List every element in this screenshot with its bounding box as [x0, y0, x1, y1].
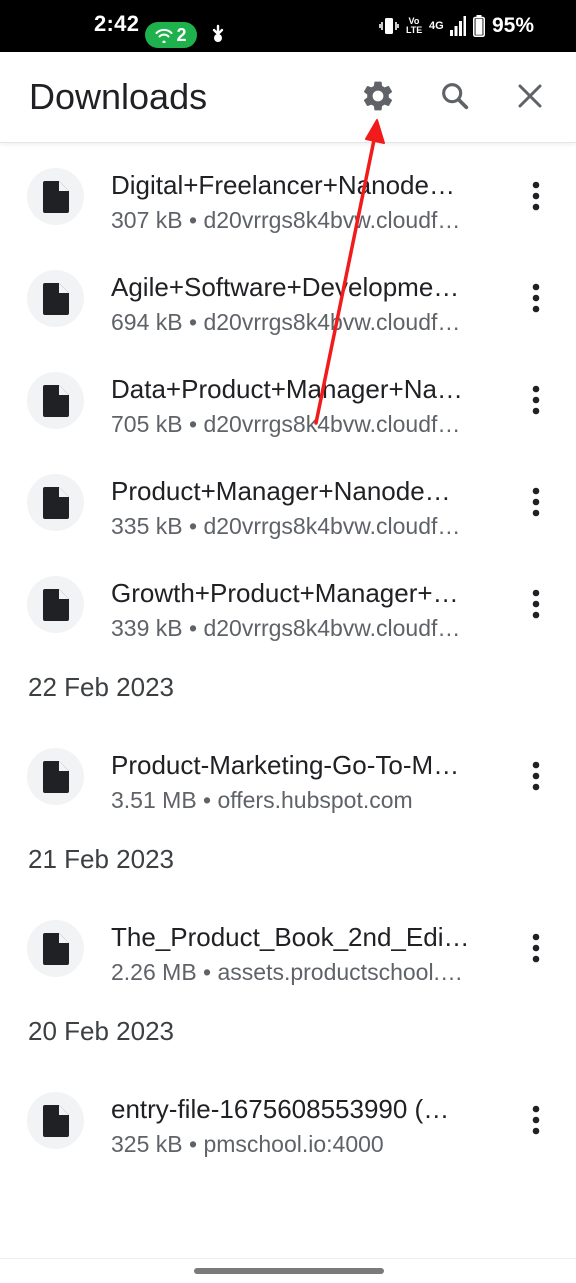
search-icon	[442, 83, 469, 110]
download-meta: 705 kB • d20vrrgs8k4bvw.cloudf…	[111, 411, 461, 437]
settings-button[interactable]	[354, 72, 402, 120]
download-item[interactable]: Product+Manager+Nanode… 335 kB • d20vrrg…	[0, 448, 576, 550]
file-icon	[42, 760, 69, 793]
date-header: 21 Feb 2023	[0, 824, 576, 894]
more-options-button[interactable]	[518, 926, 554, 970]
download-item[interactable]: Agile+Software+Developme… 694 kB • d20vr…	[0, 244, 576, 346]
signal-type-label: 4G	[428, 19, 444, 32]
file-icon	[42, 1104, 69, 1137]
file-icon-container	[27, 920, 84, 977]
close-button[interactable]	[506, 72, 554, 120]
vibrate-icon	[379, 18, 399, 34]
battery-percent: 95%	[491, 14, 534, 37]
more-options-button[interactable]	[518, 174, 554, 218]
more-vert-icon	[532, 487, 540, 517]
hotspot-indicator: 2	[145, 22, 197, 48]
download-name: Data+Product+Manager+Na…	[111, 374, 463, 404]
downloads-screen: 2:42 2 Vo LTE 4G 95% Downloads Digital+F…	[0, 0, 576, 1283]
signal-strength-icon	[449, 16, 466, 36]
more-vert-icon	[532, 385, 540, 415]
volte-label: Vo LTE	[405, 16, 423, 35]
date-label: 20 Feb 2023	[28, 1016, 175, 1046]
status-time: 2:42	[94, 11, 140, 36]
file-icon-container	[27, 1092, 84, 1149]
download-meta: 325 kB • pmschool.io:4000	[111, 1131, 384, 1157]
search-button[interactable]	[431, 72, 479, 120]
download-name: Product-Marketing-Go-To-M…	[111, 750, 460, 780]
download-name: The_Product_Book_2nd_Edi…	[111, 922, 470, 952]
file-icon-container	[27, 748, 84, 805]
more-vert-icon	[532, 1105, 540, 1135]
download-name: Growth+Product+Manager+…	[111, 578, 459, 608]
file-icon-container	[27, 372, 84, 429]
file-icon	[42, 588, 69, 621]
date-label: 21 Feb 2023	[28, 844, 175, 874]
file-icon-container	[27, 270, 84, 327]
download-name: Product+Manager+Nanode…	[111, 476, 451, 506]
download-meta: 307 kB • d20vrrgs8k4bvw.cloudf…	[111, 207, 461, 233]
more-vert-icon	[532, 933, 540, 963]
download-meta: 694 kB • d20vrrgs8k4bvw.cloudf…	[111, 309, 461, 335]
status-right-group: Vo LTE 4G 95%	[379, 14, 534, 38]
download-name: Digital+Freelancer+Nanode…	[111, 170, 455, 200]
file-icon	[42, 932, 69, 965]
file-icon	[42, 486, 69, 519]
date-header: 20 Feb 2023	[0, 996, 576, 1066]
download-name: Agile+Software+Developme…	[111, 272, 460, 302]
file-icon	[42, 180, 69, 213]
notification-icon	[212, 24, 224, 42]
more-vert-icon	[532, 283, 540, 313]
hotspot-count: 2	[176, 24, 187, 45]
more-vert-icon	[532, 589, 540, 619]
app-bar: Downloads	[0, 52, 576, 143]
more-options-button[interactable]	[518, 276, 554, 320]
more-vert-icon	[532, 181, 540, 211]
more-options-button[interactable]	[518, 1098, 554, 1142]
page-title: Downloads	[29, 76, 208, 117]
more-options-button[interactable]	[518, 480, 554, 524]
file-icon-container	[27, 168, 84, 225]
download-item[interactable]: Digital+Freelancer+Nanode… 307 kB • d20v…	[0, 142, 576, 244]
download-item[interactable]: Product-Marketing-Go-To-M… 3.51 MB • off…	[0, 722, 576, 824]
more-options-button[interactable]	[518, 378, 554, 422]
more-options-button[interactable]	[518, 582, 554, 626]
file-icon	[42, 384, 69, 417]
date-label: 22 Feb 2023	[28, 672, 175, 702]
status-bar: 2:42 2 Vo LTE 4G 95%	[0, 0, 576, 52]
gesture-handle[interactable]	[194, 1268, 384, 1274]
download-list: Digital+Freelancer+Nanode… 307 kB • d20v…	[0, 142, 576, 1168]
more-options-button[interactable]	[518, 754, 554, 798]
gear-icon	[363, 81, 393, 111]
date-header: 22 Feb 2023	[0, 652, 576, 722]
download-name: entry-file-1675608553990 (…	[111, 1094, 450, 1124]
file-icon	[42, 282, 69, 315]
download-item[interactable]: Growth+Product+Manager+… 339 kB • d20vrr…	[0, 550, 576, 652]
close-icon	[518, 84, 542, 108]
download-item[interactable]: entry-file-1675608553990 (… 325 kB • pms…	[0, 1066, 576, 1168]
download-item[interactable]: The_Product_Book_2nd_Edi… 2.26 MB • asse…	[0, 894, 576, 996]
download-meta: 2.26 MB • assets.productschool.…	[111, 959, 463, 985]
download-meta: 3.51 MB • offers.hubspot.com	[111, 787, 413, 813]
file-icon-container	[27, 474, 84, 531]
navigation-area	[0, 1258, 576, 1283]
file-icon-container	[27, 576, 84, 633]
download-item[interactable]: Data+Product+Manager+Na… 705 kB • d20vrr…	[0, 346, 576, 448]
download-meta: 335 kB • d20vrrgs8k4bvw.cloudf…	[111, 513, 461, 539]
download-meta: 339 kB • d20vrrgs8k4bvw.cloudf…	[111, 615, 461, 641]
wifi-hotspot-icon	[155, 28, 173, 43]
more-vert-icon	[532, 761, 540, 791]
battery-icon	[472, 15, 485, 37]
